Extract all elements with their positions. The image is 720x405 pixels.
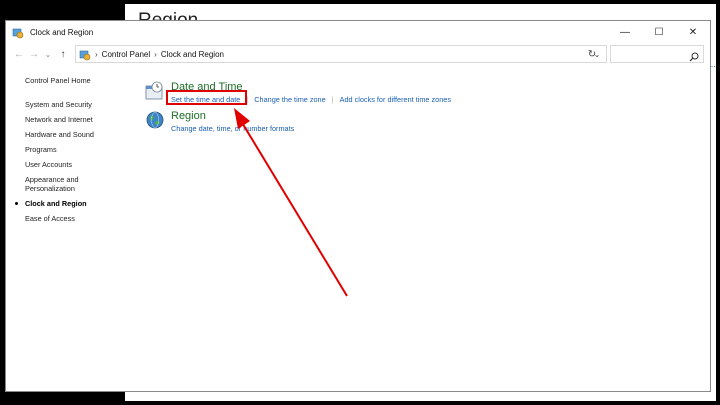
recent-locations-icon[interactable]: ⌄ [41, 47, 55, 61]
search-icon [689, 49, 699, 62]
breadcrumb-control-panel[interactable]: Control Panel [102, 50, 150, 59]
minimize-button[interactable]: — [608, 21, 642, 43]
control-panel-icon [12, 26, 24, 39]
globe-icon [145, 110, 165, 130]
highlight-box [166, 90, 247, 105]
breadcrumb-clock-and-region[interactable]: Clock and Region [161, 50, 224, 59]
search-input[interactable] [610, 45, 704, 63]
sidebar-item-system-and-security[interactable]: System and Security [25, 100, 135, 109]
sidebar-item-hardware-and-sound[interactable]: Hardware and Sound [25, 130, 135, 139]
up-arrow-icon[interactable]: ↑ [56, 47, 70, 61]
sidebar-item-label: Clock and Region [25, 199, 87, 208]
active-bullet-icon [15, 202, 18, 205]
sidebar-item-programs[interactable]: Programs [25, 145, 135, 154]
clock-and-region-window: Clock and Region — ☐ ✕ ← → ⌄ ↑ › Control… [5, 20, 711, 392]
address-row: ← → ⌄ ↑ › Control Panel › Clock and Regi… [6, 43, 710, 65]
sidebar-item-network-and-internet[interactable]: Network and Internet [25, 115, 135, 124]
sidebar-item-user-accounts[interactable]: User Accounts [25, 160, 135, 169]
change-time-zone-link[interactable]: Change the time zone [254, 95, 325, 104]
control-panel-small-icon [79, 48, 91, 61]
maximize-button[interactable]: ☐ [642, 21, 676, 43]
forward-arrow-icon[interactable]: → [27, 47, 41, 61]
refresh-icon[interactable]: ↻ [583, 45, 601, 63]
sidebar-item-ease-of-access[interactable]: Ease of Access [25, 214, 135, 223]
address-bar[interactable]: › Control Panel › Clock and Region ⌄ [75, 45, 607, 63]
region-links: Change date, time, or number formats [171, 124, 294, 133]
sidebar: Control Panel Home System and Security N… [15, 76, 135, 223]
sidebar-item-appearance-and-personalization[interactable]: Appearance and Personalization [25, 175, 95, 193]
sidebar-item-clock-and-region[interactable]: Clock and Region [15, 199, 135, 208]
add-clocks-link[interactable]: Add clocks for different time zones [340, 95, 451, 104]
window-title: Clock and Region [30, 27, 94, 37]
region-heading[interactable]: Region [171, 110, 206, 122]
link-separator: | [331, 95, 334, 104]
change-formats-link[interactable]: Change date, time, or number formats [171, 124, 294, 133]
title-bar[interactable]: Clock and Region — ☐ ✕ [6, 21, 710, 43]
breadcrumb-separator-icon: › [95, 49, 98, 59]
clock-calendar-icon [145, 81, 165, 101]
back-arrow-icon[interactable]: ← [12, 47, 26, 61]
breadcrumb-separator-icon: › [154, 49, 157, 59]
close-button[interactable]: ✕ [676, 21, 710, 43]
sidebar-item-control-panel-home[interactable]: Control Panel Home [25, 76, 135, 85]
